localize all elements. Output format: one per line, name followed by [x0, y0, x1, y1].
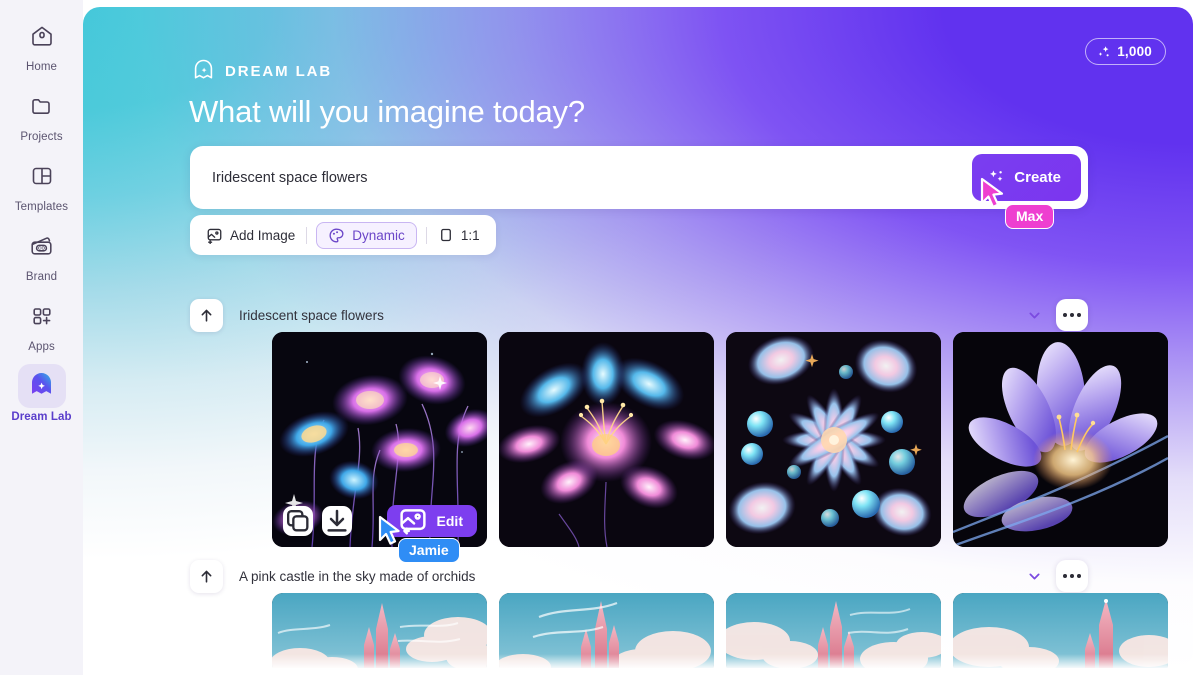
apps-grid-plus-icon: [18, 294, 66, 338]
prompt-options-bar: Add Image Dynamic 1:1: [190, 215, 496, 255]
sidebar-item-label: Projects: [20, 131, 63, 143]
cursor-label-jamie: Jamie: [398, 538, 460, 563]
edit-button-label: Edit: [436, 513, 463, 529]
aspect-ratio-icon: [440, 228, 451, 242]
sparkle-icon: [1098, 45, 1109, 56]
row-more-options-button[interactable]: [1056, 299, 1088, 331]
sidebar-item-label: Apps: [28, 341, 55, 353]
more-dot: [1063, 574, 1067, 578]
cursor-label-max: Max: [1005, 204, 1055, 229]
divider: [425, 226, 427, 244]
add-image-icon: [207, 228, 222, 244]
add-image-button[interactable]: Add Image: [204, 222, 297, 249]
sidebar-item-templates[interactable]: Templates: [8, 154, 76, 213]
credits-badge[interactable]: 1,000: [1085, 38, 1166, 65]
dream-lab-canvas: 1,000 DREAM LAB What will you imagine to…: [83, 7, 1193, 668]
sidebar-item-label: Templates: [14, 201, 69, 213]
reuse-prompt-button[interactable]: [190, 559, 223, 593]
main-sidebar: Home Projects Templates CO Brand Apps Dr…: [0, 0, 83, 675]
result-image[interactable]: [953, 593, 1168, 668]
arrow-up-icon: [201, 309, 212, 322]
more-dot: [1077, 313, 1081, 317]
prompt-bar: Create: [190, 146, 1088, 209]
divider: [306, 226, 308, 244]
style-label: Dynamic: [352, 227, 405, 243]
chevron-down-icon: [1029, 312, 1040, 318]
style-selector[interactable]: Dynamic: [316, 221, 417, 249]
sidebar-item-label: Home: [25, 61, 58, 73]
templates-icon: [18, 154, 66, 198]
palette-icon: [329, 228, 344, 242]
sidebar-item-apps[interactable]: Apps: [8, 294, 76, 353]
result-image[interactable]: [726, 593, 941, 668]
more-dot: [1070, 574, 1074, 578]
result-image[interactable]: [499, 593, 714, 668]
sidebar-item-label: Brand: [25, 271, 58, 283]
reuse-prompt-button[interactable]: [190, 298, 223, 332]
row-more-options-button[interactable]: [1056, 560, 1088, 592]
dream-lab-icon: [17, 364, 66, 408]
result-image[interactable]: [953, 332, 1168, 547]
more-dot: [1063, 313, 1067, 317]
credits-value: 1,000: [1117, 44, 1152, 59]
download-icon: [327, 509, 347, 532]
sidebar-item-projects[interactable]: Projects: [8, 84, 76, 143]
prompt-input[interactable]: [190, 169, 973, 186]
sidebar-item-dream-lab[interactable]: Dream Lab: [8, 364, 76, 423]
copy-image-button[interactable]: [283, 506, 313, 536]
result-row-header: Iridescent space flowers: [190, 297, 1088, 333]
aspect-ratio-selector[interactable]: 1:1: [436, 222, 482, 248]
add-image-label: Add Image: [230, 227, 296, 243]
download-image-button[interactable]: [322, 506, 352, 536]
copy-icon: [287, 510, 309, 532]
result-image[interactable]: [499, 332, 714, 547]
cursor-max: Max: [978, 177, 1055, 229]
more-dot: [1077, 574, 1081, 578]
create-button-label: Create: [1014, 169, 1061, 186]
folder-icon: [18, 84, 66, 128]
result-row-prompt: A pink castle in the sky made of orchids: [239, 568, 476, 584]
page-title: What will you imagine today?: [189, 94, 585, 129]
svg-text:CO: CO: [38, 245, 45, 250]
result-row-header: A pink castle in the sky made of orchids: [190, 558, 1088, 594]
aspect-ratio-label: 1:1: [460, 227, 480, 243]
collapse-row-button[interactable]: [1026, 307, 1043, 324]
sidebar-item-label: Dream Lab: [11, 411, 72, 423]
cursor-pointer-icon: [980, 177, 1004, 209]
home-icon: [18, 14, 66, 58]
dream-lab-logo-icon: [194, 59, 213, 79]
sidebar-item-brand[interactable]: CO Brand: [8, 224, 76, 283]
arrow-up-icon: [201, 570, 212, 583]
sidebar-item-home[interactable]: Home: [8, 14, 76, 73]
cursor-jamie: Jamie: [376, 515, 460, 563]
brand-name: DREAM LAB: [225, 63, 333, 80]
brand-co-icon: CO: [18, 224, 66, 268]
brand-row: DREAM LAB: [191, 59, 332, 84]
result-row-images: Edit: [272, 332, 1168, 547]
chevron-down-icon: [1029, 573, 1040, 579]
result-image[interactable]: [272, 593, 487, 668]
collapse-row-button[interactable]: [1026, 568, 1043, 585]
more-dot: [1070, 313, 1074, 317]
result-row-images: [272, 593, 1168, 668]
result-row-prompt: Iridescent space flowers: [239, 307, 384, 323]
dream-lab-app: Home Projects Templates CO Brand Apps Dr…: [0, 0, 1200, 675]
result-image[interactable]: [726, 332, 941, 547]
